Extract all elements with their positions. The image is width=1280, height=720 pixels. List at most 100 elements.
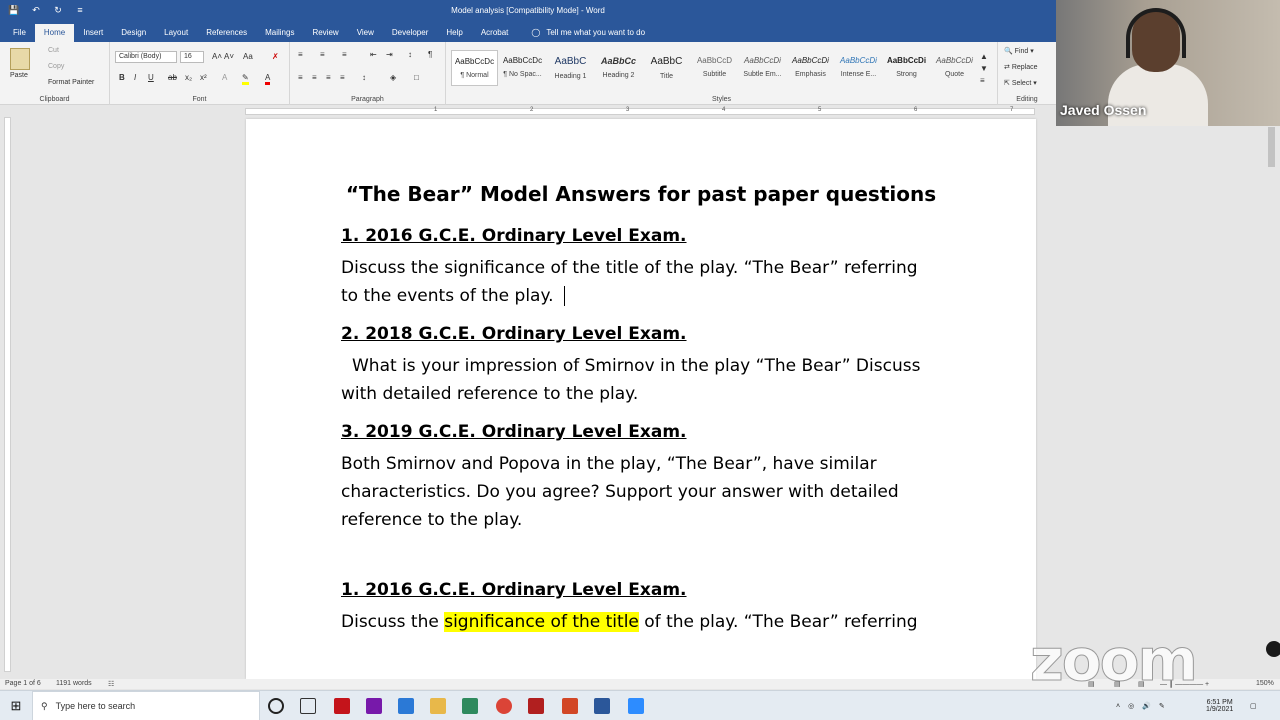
document-page[interactable]: “The Bear” Model Answers for past paper … (246, 119, 1036, 679)
align-center-icon[interactable]: ≡ (312, 73, 317, 82)
page-count[interactable]: Page 1 of 6 (5, 680, 41, 687)
notifications-icon[interactable]: ▢ (1250, 691, 1257, 720)
tab-layout[interactable]: Layout (155, 24, 197, 42)
bold-icon[interactable]: B (119, 73, 125, 82)
tab-review[interactable]: Review (303, 24, 347, 42)
file-explorer-icon[interactable] (430, 698, 446, 714)
todo-icon[interactable] (398, 698, 414, 714)
tab-design[interactable]: Design (112, 24, 155, 42)
tab-developer[interactable]: Developer (383, 24, 437, 42)
subscript-icon[interactable]: x₂ (185, 73, 192, 82)
underline-icon[interactable]: U (148, 73, 154, 82)
change-case-icon[interactable]: Aa (243, 52, 253, 61)
chrome-icon[interactable] (496, 698, 512, 714)
acrobat-icon[interactable] (334, 698, 350, 714)
tab-file[interactable]: File (4, 24, 35, 42)
zoom-control-button[interactable] (1266, 641, 1280, 657)
tab-view[interactable]: View (348, 24, 383, 42)
show-marks-icon[interactable]: ¶ (428, 50, 432, 59)
select-button[interactable]: ⇱ Select ▾ (1004, 79, 1037, 87)
grow-font-icon[interactable]: A˄ (212, 52, 222, 61)
tab-acrobat[interactable]: Acrobat (472, 24, 518, 42)
vertical-ruler[interactable] (4, 117, 11, 672)
style-intense-emphasis[interactable]: AaBbCcDi Intense E... (835, 50, 882, 86)
acrobat-reader-icon[interactable] (528, 698, 544, 714)
cortana-icon[interactable] (268, 698, 284, 714)
proofing-icon[interactable]: ☷ (108, 680, 114, 688)
font-name-select[interactable]: Calibri (Body) (115, 51, 177, 63)
style-title[interactable]: AaBbC Title (643, 50, 690, 86)
paste-button-label[interactable]: Paste (10, 72, 28, 79)
superscript-icon[interactable]: x² (200, 73, 207, 82)
task-view-icon[interactable] (300, 698, 316, 714)
font-color-icon[interactable]: A (265, 73, 271, 85)
styles-more-icon[interactable]: ≡ (980, 76, 985, 85)
style-subtle-emphasis[interactable]: AaBbCcDi Subtle Em... (739, 50, 786, 86)
styles-scroll-down-icon[interactable]: ▼ (980, 64, 988, 73)
shrink-font-icon[interactable]: A˅ (224, 52, 234, 61)
document-body[interactable]: “The Bear” Model Answers for past paper … (341, 182, 936, 636)
format-painter-button[interactable]: Format Painter (48, 79, 94, 86)
multilevel-list-icon[interactable]: ≡ (342, 50, 347, 59)
style-no-spacing[interactable]: AaBbCcDc ¶ No Spac... (499, 50, 546, 86)
network-icon[interactable]: ◎ (1128, 702, 1134, 710)
highlight-color-icon[interactable]: ✎ (242, 73, 249, 85)
style-normal[interactable]: AaBbCcDc ¶ Normal (451, 50, 498, 86)
strikethrough-icon[interactable]: ab (168, 73, 177, 82)
shading-icon[interactable]: ◈ (390, 73, 396, 82)
replace-label: Replace (1011, 64, 1038, 71)
zoom-app-icon[interactable] (628, 698, 644, 714)
increase-indent-icon[interactable]: ⇥ (386, 50, 393, 59)
copy-button[interactable]: Copy (48, 63, 64, 70)
style-preview: AaBbC (650, 56, 683, 67)
volume-icon[interactable]: 🔊 (1142, 702, 1151, 710)
vertical-scrollbar[interactable] (1264, 117, 1280, 672)
clock-time: 6:51 PM (1206, 699, 1233, 706)
align-right-icon[interactable]: ≡ (326, 73, 331, 82)
taskbar-search[interactable]: ⚲ Type here to search (32, 691, 260, 720)
replace-button[interactable]: ⇄ Replace (1004, 63, 1038, 71)
styles-scroll-up-icon[interactable]: ▲ (980, 52, 988, 61)
bullets-icon[interactable]: ≡ (298, 50, 303, 59)
style-name: Title (660, 73, 673, 80)
tab-references[interactable]: References (197, 24, 256, 42)
style-heading-1[interactable]: AaBbC Heading 1 (547, 50, 594, 86)
text-effects-icon[interactable]: A (222, 73, 227, 82)
onenote-icon[interactable] (366, 698, 382, 714)
scrollbar-thumb[interactable] (1268, 127, 1275, 167)
tab-insert[interactable]: Insert (74, 24, 112, 42)
tab-mailings[interactable]: Mailings (256, 24, 303, 42)
clock[interactable]: 6:51 PM 1/9/2021 (1206, 691, 1233, 720)
windows-start-icon[interactable]: ⊞ (0, 691, 32, 720)
borders-icon[interactable]: □ (414, 73, 419, 82)
ruler-number: 1 (434, 107, 438, 113)
tab-help[interactable]: Help (437, 24, 471, 42)
word-count[interactable]: 1191 words (56, 680, 92, 687)
decrease-indent-icon[interactable]: ⇤ (370, 50, 377, 59)
style-strong[interactable]: AaBbCcDi Strong (883, 50, 930, 86)
app-icon[interactable] (462, 698, 478, 714)
sort-icon[interactable]: ↕ (408, 50, 412, 59)
style-emphasis[interactable]: AaBbCcDi Emphasis (787, 50, 834, 86)
line-spacing-icon[interactable]: ↕ (362, 73, 366, 82)
tab-home[interactable]: Home (34, 24, 75, 42)
paste-icon[interactable] (10, 48, 30, 70)
word-icon[interactable] (594, 698, 610, 714)
italic-icon[interactable]: I (134, 73, 136, 82)
style-subtitle[interactable]: AaBbCcD Subtitle (691, 50, 738, 86)
show-hidden-icon[interactable]: ˄ (1116, 703, 1120, 710)
style-heading-2[interactable]: AaBbCc Heading 2 (595, 50, 642, 86)
style-quote[interactable]: AaBbCcDi Quote (931, 50, 978, 86)
align-left-icon[interactable]: ≡ (298, 73, 303, 82)
clear-formatting-icon[interactable]: ✗ (272, 52, 279, 61)
font-size-select[interactable]: 16 (180, 51, 204, 63)
zoom-level[interactable]: 150% (1256, 680, 1274, 687)
cut-button[interactable]: Cut (48, 47, 59, 54)
pen-icon[interactable]: ✎ (1159, 702, 1165, 710)
tell-me-box[interactable]: ◯ Tell me what you want to do (531, 24, 645, 42)
justify-icon[interactable]: ≡ (340, 73, 345, 82)
numbering-icon[interactable]: ≡ (320, 50, 325, 59)
participant-video: Javed Ossen (1056, 0, 1280, 126)
find-button[interactable]: 🔍 Find ▾ (1004, 47, 1034, 55)
powerpoint-icon[interactable] (562, 698, 578, 714)
